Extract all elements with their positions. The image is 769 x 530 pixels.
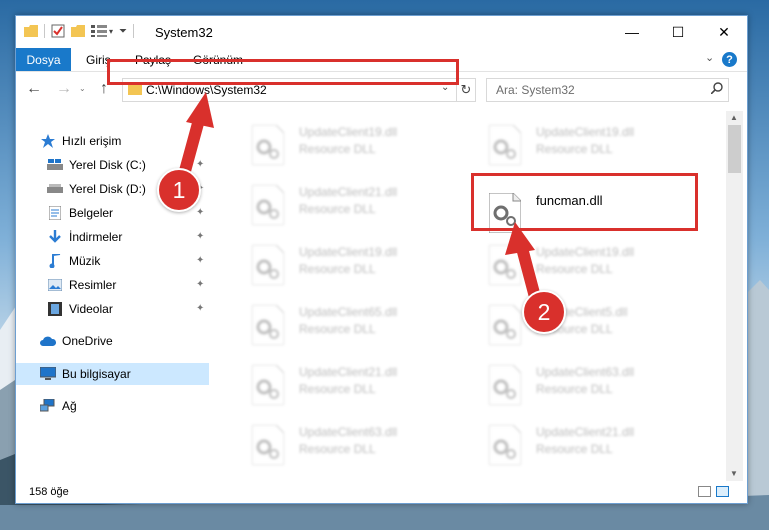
step-2-badge: 2 — [522, 290, 566, 334]
step-1-badge: 1 — [157, 168, 201, 212]
arrow-2 — [505, 222, 541, 303]
annotation-arrows — [176, 92, 541, 303]
